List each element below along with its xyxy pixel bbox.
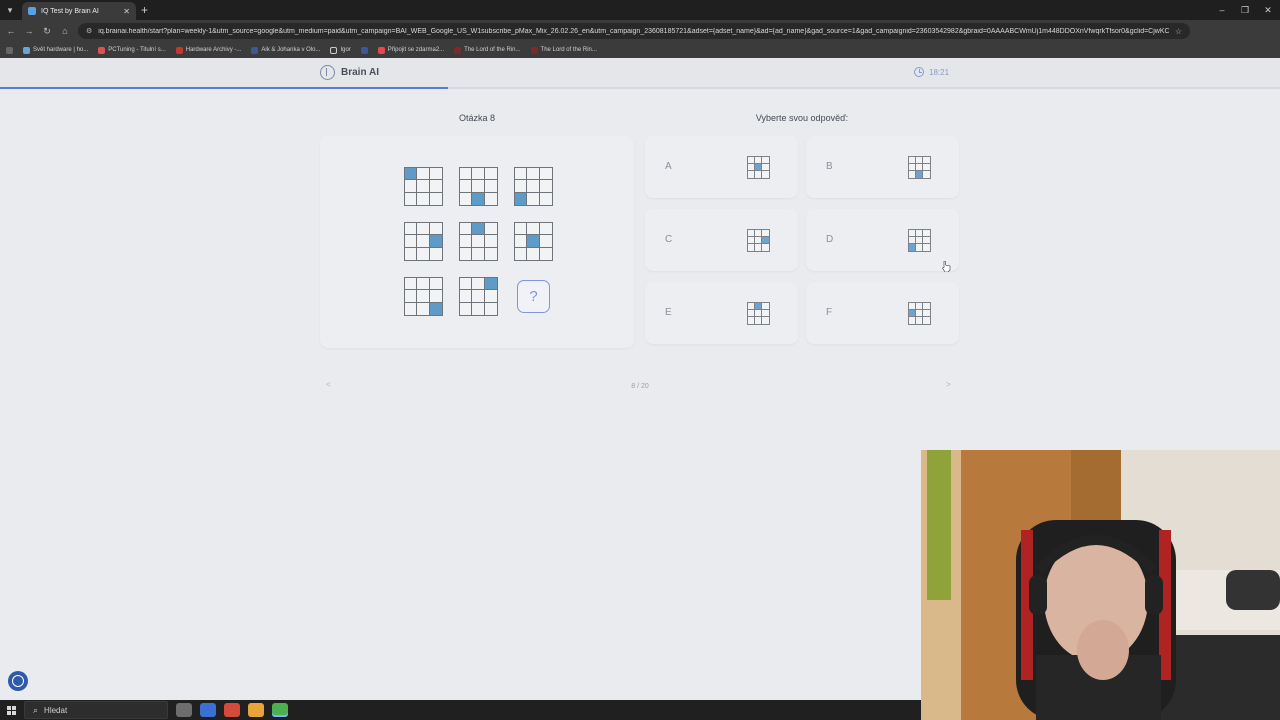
timer-text: 18:21 <box>929 67 950 77</box>
new-tab-button[interactable]: + <box>141 3 148 17</box>
brand: Brain AI <box>320 65 379 80</box>
matrix-cell <box>404 277 443 316</box>
bookmark-favicon-icon <box>23 46 30 54</box>
bookmark-item[interactable]: The Lord of the Rin... <box>530 46 597 54</box>
bookmark-item[interactable]: Svět hardware | ho... <box>23 46 88 54</box>
webcam-image <box>921 450 1280 720</box>
brand-name: Brain AI <box>341 67 379 78</box>
browser-tabstrip: ▾ IQ Test by Brain AI ✕ + – ❐ ✕ <box>0 0 1280 20</box>
close-icon[interactable]: ✕ <box>123 7 130 16</box>
answer-grid <box>908 156 931 179</box>
answers-label: Vyberte svou odpověď: <box>755 113 849 123</box>
answer-grid <box>747 302 770 325</box>
brain-logo-icon <box>320 65 335 80</box>
favicon-icon <box>28 7 36 15</box>
app-header: Brain AI 18:21 <box>0 58 1280 89</box>
bookmark-favicon-icon <box>98 46 106 54</box>
facebook-icon <box>360 46 368 54</box>
bookmark-folder[interactable]: Igor <box>330 46 351 54</box>
chrome-icon[interactable] <box>272 703 288 717</box>
bookmark-star-icon[interactable]: ☆ <box>1175 27 1182 36</box>
answer-letter: E <box>665 307 672 318</box>
answer-option-d[interactable]: D <box>806 209 959 271</box>
browser-tab[interactable]: IQ Test by Brain AI ✕ <box>22 2 136 20</box>
app-icon[interactable] <box>248 703 264 717</box>
answer-grid <box>747 229 770 252</box>
question-counter: 8 / 20 <box>631 383 649 390</box>
question-label: Otázka 8 <box>458 113 496 123</box>
bookmark-favicon-icon <box>377 46 385 54</box>
matrix-cell <box>459 222 498 261</box>
matrix-cell <box>404 222 443 261</box>
answer-grid <box>908 302 931 325</box>
restore-button[interactable]: ❐ <box>1235 3 1255 17</box>
answer-option-a[interactable]: A <box>645 136 798 198</box>
search-icon: ⌕ <box>33 704 39 715</box>
address-bar[interactable]: ⚙ iq.brainai.health/start?plan=weekly-1&… <box>78 23 1190 39</box>
bookmark-item[interactable]: The Lord of the Rin... <box>454 46 521 54</box>
answer-letter: C <box>665 234 673 245</box>
site-info-icon[interactable]: ⚙ <box>86 27 92 35</box>
answer-option-c[interactable]: C <box>645 209 798 271</box>
matrix-cell <box>514 167 553 206</box>
answer-option-f[interactable]: F <box>806 282 959 344</box>
taskbar-search[interactable]: ⌕ Hledat <box>24 701 168 719</box>
matrix-cell <box>514 222 553 261</box>
bookmark-item[interactable]: Aik & Johanka v Olo... <box>251 46 320 54</box>
bookmarks-bar: Svět hardware | ho... PCTuning - Titulní… <box>0 42 1280 58</box>
answer-letter: A <box>665 161 672 172</box>
matrix-cell <box>404 167 443 206</box>
task-view-icon[interactable] <box>176 703 192 717</box>
progress-fill <box>0 87 448 89</box>
bookmark-item[interactable]: Hardware Archivy -... <box>175 46 241 54</box>
answer-option-e[interactable]: E <box>645 282 798 344</box>
back-icon[interactable]: ← <box>2 20 20 42</box>
clock-icon <box>914 67 924 77</box>
webcam-overlay <box>921 450 1280 720</box>
taskbar: ⌕ Hledat <box>0 700 921 720</box>
missing-cell-question-mark: ? <box>517 280 550 313</box>
accessibility-button[interactable] <box>8 671 28 691</box>
browser-toolbar: ← → ↻ ⌂ ⚙ iq.brainai.health/start?plan=w… <box>0 20 1280 56</box>
mouse-pointer-icon <box>942 261 951 272</box>
answer-option-b[interactable]: B <box>806 136 959 198</box>
bookmark-favicon-icon <box>454 46 462 54</box>
next-button[interactable]: > <box>946 380 951 389</box>
bookmark-favicon-icon <box>530 46 538 54</box>
matrix-cell <box>459 167 498 206</box>
matrix-cell <box>459 277 498 316</box>
forward-icon[interactable]: → <box>20 20 38 42</box>
bookmark-item[interactable] <box>360 46 368 54</box>
tab-search-icon[interactable]: ▾ <box>4 4 16 16</box>
windows-icon <box>6 705 16 715</box>
bookmark-item[interactable]: Připojit se zdarma2... <box>377 46 444 54</box>
bookmark-favicon-icon <box>175 46 183 54</box>
minimize-button[interactable]: – <box>1212 3 1232 17</box>
progress-bar <box>0 87 1280 89</box>
timer: 18:21 <box>914 67 949 77</box>
answer-letter: F <box>826 307 833 318</box>
start-button[interactable] <box>0 700 22 720</box>
previous-button[interactable]: < <box>326 380 331 389</box>
answer-letter: D <box>826 234 834 245</box>
url-text: iq.brainai.health/start?plan=weekly-1&ut… <box>98 27 1169 35</box>
window-close-button[interactable]: ✕ <box>1258 3 1278 17</box>
answer-letter: B <box>826 161 833 172</box>
apps-icon[interactable] <box>6 46 13 54</box>
bookmark-item[interactable]: PCTuning - Titulní s... <box>98 46 166 54</box>
reload-icon[interactable]: ↻ <box>38 20 56 42</box>
tab-title: IQ Test by Brain AI <box>41 7 99 15</box>
folder-icon <box>330 46 338 54</box>
answer-grid <box>747 156 770 179</box>
question-matrix: ? <box>320 136 634 348</box>
taskbar-search-placeholder: Hledat <box>44 705 68 715</box>
app-icon[interactable] <box>200 703 216 717</box>
home-icon[interactable]: ⌂ <box>56 20 74 42</box>
facebook-icon <box>251 46 259 54</box>
app-icon[interactable] <box>224 703 240 717</box>
answer-grid <box>908 229 931 252</box>
